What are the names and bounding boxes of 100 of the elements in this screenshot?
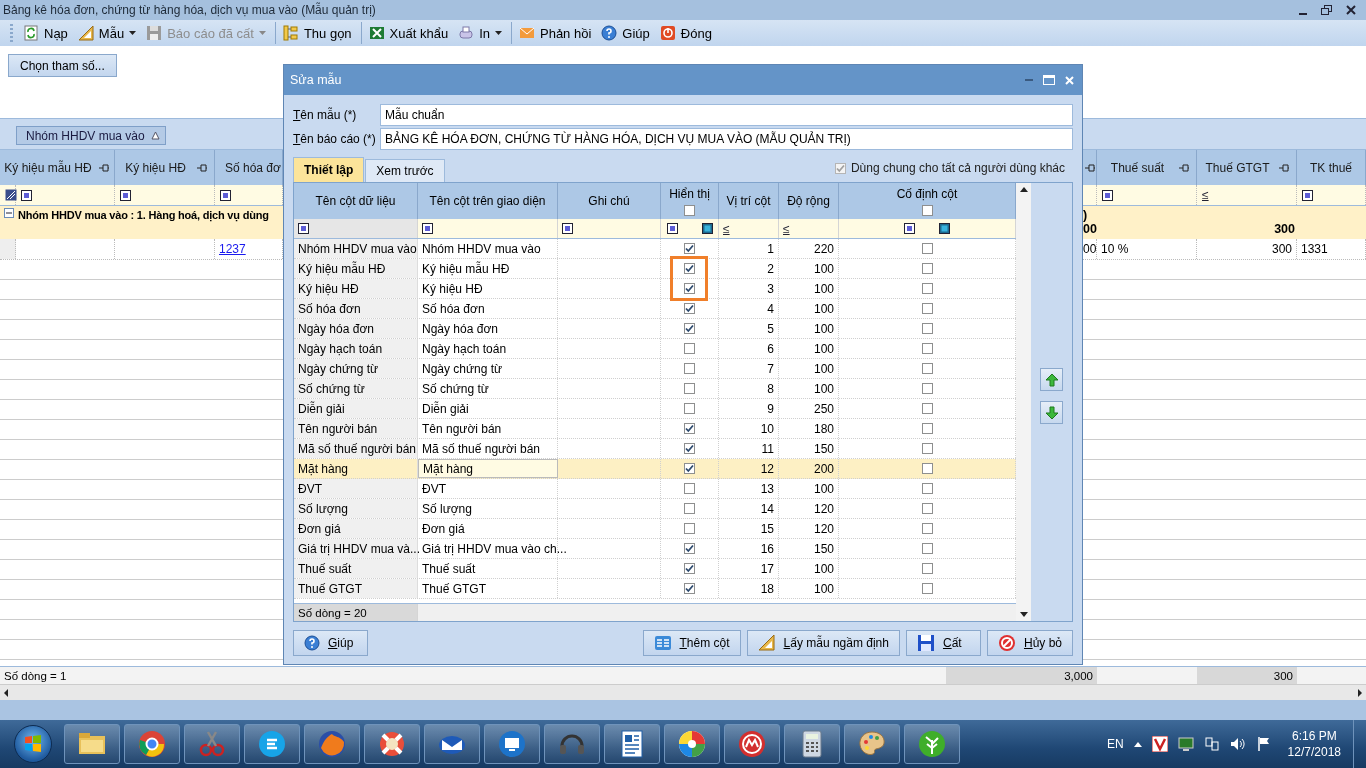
parameters-button[interactable]: Chọn tham số... — [8, 54, 117, 77]
column-header[interactable]: Cố định cột — [896, 186, 958, 201]
taskbar-app-button[interactable] — [724, 724, 780, 764]
show-hidden-icon[interactable] — [1133, 741, 1142, 747]
checkbox[interactable] — [684, 403, 695, 414]
table-row[interactable]: Ngày chứng từ Ngày chứng từ 7 100 — [294, 359, 1016, 379]
column-header[interactable]: Ký hiệu HĐ — [121, 160, 190, 175]
table-row[interactable]: Nhóm HHDV mua vào Nhóm HHDV mua vào 1 220 — [294, 239, 1016, 259]
taskbar-app-button[interactable] — [904, 724, 960, 764]
checkbox[interactable] — [921, 204, 933, 216]
checkbox[interactable] — [921, 483, 933, 494]
checkbox[interactable] — [921, 323, 933, 334]
dialog-button[interactable]: Hủy bỏ — [986, 630, 1073, 656]
checkbox[interactable] — [684, 563, 695, 574]
checkbox[interactable] — [921, 263, 933, 274]
scroll-up-icon[interactable] — [1019, 187, 1028, 192]
checkbox[interactable] — [921, 243, 933, 254]
table-row[interactable]: Số hóa đơn Số hóa đơn 4 100 — [294, 299, 1016, 319]
taskbar-app-button[interactable] — [844, 724, 900, 764]
checkbox[interactable] — [921, 443, 933, 454]
checkbox[interactable] — [921, 343, 933, 354]
checkbox[interactable] — [921, 423, 933, 434]
network-icon[interactable] — [1203, 736, 1220, 752]
table-row[interactable]: Ngày hóa đơn Ngày hóa đơn 5 100 — [294, 319, 1016, 339]
checkbox[interactable] — [684, 543, 695, 554]
checkbox[interactable] — [921, 563, 933, 574]
checkbox[interactable] — [921, 363, 933, 374]
checkbox[interactable] — [684, 523, 695, 534]
checkbox[interactable] — [921, 383, 933, 394]
collapse-icon[interactable] — [4, 208, 14, 218]
checkbox[interactable] — [684, 463, 695, 474]
toolbar-button[interactable]: Nạp — [19, 22, 72, 44]
column-header[interactable]: Ghi chú — [588, 194, 630, 208]
taskbar-app-button[interactable] — [784, 724, 840, 764]
caret-icon[interactable] — [129, 31, 137, 35]
maximize-icon[interactable] — [1043, 75, 1055, 85]
tab[interactable]: Xem trước — [365, 159, 445, 182]
move-down-button[interactable] — [1040, 401, 1064, 424]
monitor-icon[interactable] — [1177, 736, 1194, 752]
checkbox[interactable] — [921, 583, 933, 594]
checkbox[interactable] — [684, 303, 695, 314]
dialog-button[interactable]: Cất — [905, 630, 981, 656]
input-field[interactable]: BẢNG KÊ HÓA ĐƠN, CHỨNG TỪ HÀNG HÓA, DỊCH VỤ MUA VÀO (MẪU QUẢN TRỊ) — [380, 128, 1073, 150]
group-chip[interactable]: Nhóm HHDV mua vào — [16, 126, 166, 145]
checkbox[interactable] — [684, 483, 695, 494]
column-header[interactable]: TK thuế — [1303, 160, 1359, 175]
column-header[interactable]: Ký hiệu mẫu HĐ — [4, 160, 92, 175]
flag-icon[interactable] — [1255, 736, 1272, 752]
antivirus-icon[interactable] — [1151, 736, 1168, 752]
toolbar-button[interactable]: Mẫu — [73, 22, 141, 44]
scroll-down-icon[interactable] — [1019, 612, 1028, 617]
scroll-left-icon[interactable] — [3, 688, 9, 697]
checkbox[interactable] — [684, 443, 695, 454]
invoice-link[interactable]: 1237 — [219, 242, 246, 256]
table-row[interactable]: Số chứng từ Số chứng từ 8 100 — [294, 379, 1016, 399]
column-header[interactable]: Hiển thị — [669, 186, 710, 201]
checkbox[interactable] — [921, 463, 933, 474]
column-header[interactable]: Thuế GTGT — [1203, 160, 1272, 175]
taskbar-app-button[interactable] — [124, 724, 180, 764]
taskbar-app-button[interactable] — [64, 724, 120, 764]
table-row[interactable]: Ngày hạch toán Ngày hạch toán 6 100 — [294, 339, 1016, 359]
taskbar-app-button[interactable] — [484, 724, 540, 764]
checkbox[interactable] — [684, 363, 695, 374]
table-row[interactable]: Giá trị HHDV mua và... Giá trị HHDV mua vào ch... 16 150 — [294, 539, 1016, 559]
toolbar-button[interactable]: Phản hồi — [511, 22, 596, 44]
toolbar-button[interactable]: Xuất khẩu — [360, 22, 453, 44]
table-row[interactable]: Thuế suất Thuế suất 17 100 — [294, 559, 1016, 579]
checkbox[interactable] — [684, 243, 695, 254]
toolbar-button[interactable]: Thu gọn — [274, 22, 356, 44]
toolbar-button[interactable]: Đóng — [655, 22, 716, 44]
column-header[interactable]: Độ rộng — [787, 194, 830, 208]
input-field[interactable]: Mẫu chuẩn — [380, 104, 1073, 126]
checkbox[interactable] — [684, 283, 695, 294]
checkbox[interactable] — [684, 423, 695, 434]
checkbox[interactable] — [684, 383, 695, 394]
table-row[interactable]: Ký hiệu HĐ Ký hiệu HĐ 3 100 — [294, 279, 1016, 299]
checkbox[interactable] — [921, 503, 933, 514]
toolbar-button[interactable]: Giúp — [597, 22, 654, 44]
table-row[interactable]: ĐVT ĐVT 13 100 — [294, 479, 1016, 499]
caret-icon[interactable] — [495, 31, 502, 35]
column-header[interactable]: Số hóa đơ — [221, 160, 281, 175]
checkbox[interactable] — [921, 303, 933, 314]
filter-editor-icon[interactable] — [5, 189, 17, 201]
checkbox[interactable] — [684, 583, 695, 594]
table-row[interactable]: Mặt hàng Mặt hàng 12 200 — [294, 459, 1016, 479]
table-row[interactable]: Tên người bán Tên người bán 10 180 — [294, 419, 1016, 439]
taskbar-app-button[interactable] — [664, 724, 720, 764]
column-header[interactable]: Thuế suất — [1103, 160, 1172, 175]
restore-icon[interactable] — [1321, 5, 1332, 15]
checkbox[interactable] — [921, 403, 933, 414]
taskbar-app-button[interactable] — [244, 724, 300, 764]
taskbar-app-button[interactable] — [544, 724, 600, 764]
table-row[interactable]: Số lượng Số lượng 14 120 — [294, 499, 1016, 519]
help-button[interactable]: Giúp — [293, 630, 368, 656]
taskbar-app-button[interactable] — [424, 724, 480, 764]
checkbox[interactable] — [684, 323, 695, 334]
close-icon[interactable] — [1346, 5, 1356, 15]
dialog-button[interactable]: Thêm cột — [642, 630, 741, 656]
checkbox[interactable] — [921, 543, 933, 554]
dialog-button[interactable]: Lấy mẫu ngầm định — [746, 630, 900, 656]
